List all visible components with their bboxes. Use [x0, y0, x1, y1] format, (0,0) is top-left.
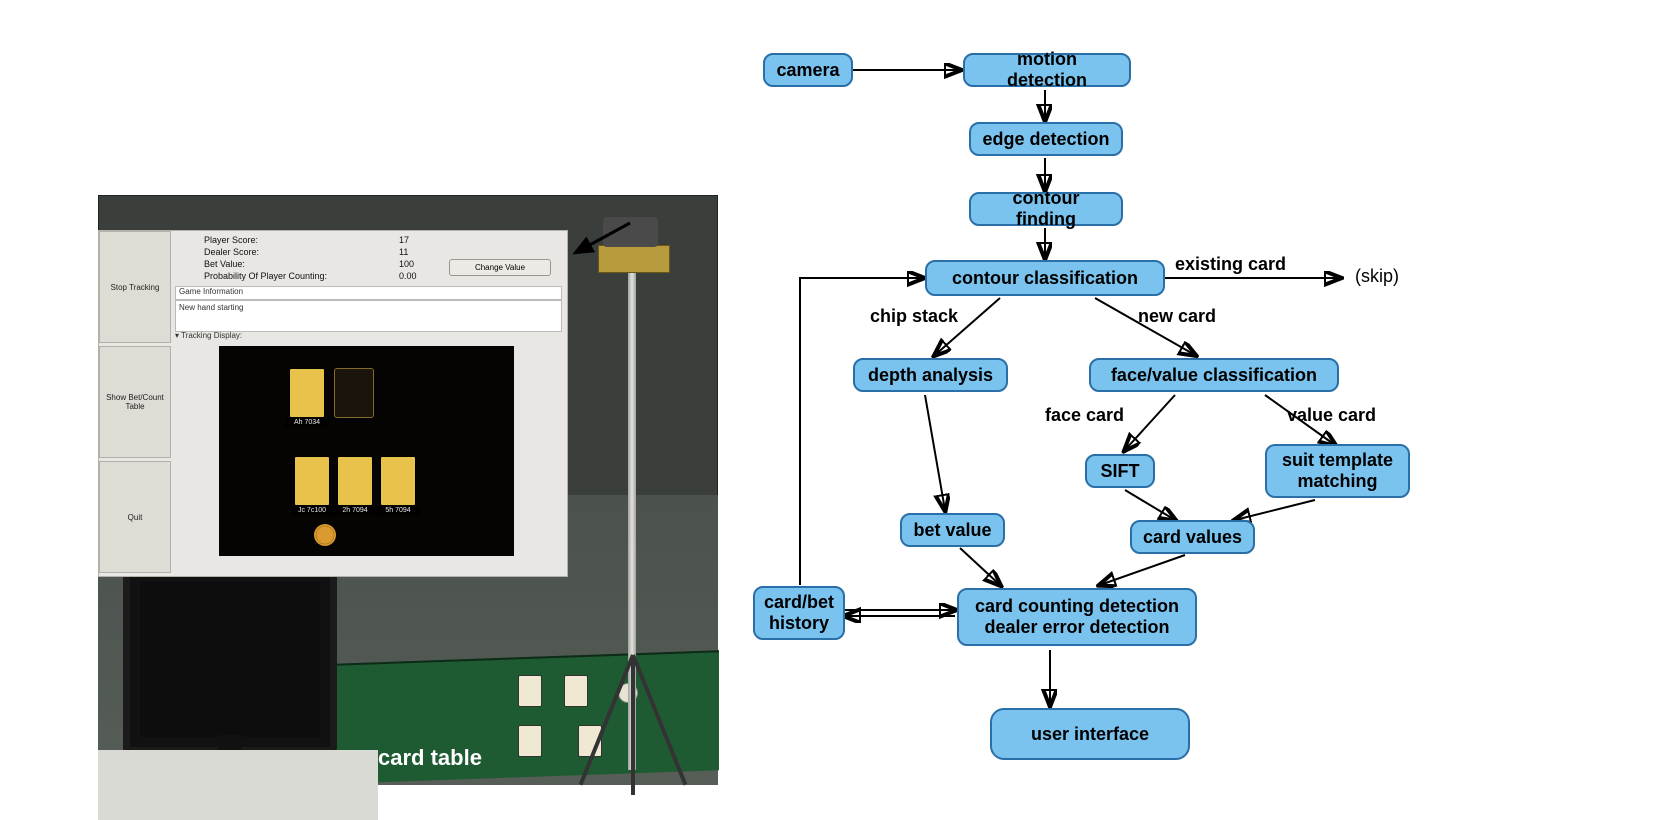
- cardlabel-bot-right: 5h 7094: [376, 506, 420, 516]
- prob-value: 0.00: [399, 271, 417, 281]
- label-card-table: card table: [378, 745, 482, 771]
- bet-value-value: 100: [399, 259, 414, 269]
- game-info-body: New hand starting: [175, 300, 562, 332]
- edge-label-chip-stack: chip stack: [870, 306, 958, 327]
- arrow-to-camera: [560, 218, 640, 268]
- counting-line2: dealer error detection: [984, 617, 1169, 637]
- tracking-view: Ah 7034 Jc 7c100 2h 7094 5h 7094: [219, 346, 514, 556]
- edge-label-face-card: face card: [1045, 405, 1124, 426]
- node-suit-template-matching: suit template matching: [1265, 444, 1410, 498]
- pipeline-flowchart: camera motion detection edge detection c…: [745, 0, 1657, 807]
- node-contour-finding: contour finding: [969, 192, 1123, 226]
- monitor: [123, 565, 337, 754]
- player-score-value: 17: [399, 235, 409, 245]
- node-bet-value: bet value: [900, 513, 1005, 547]
- edge-label-existing-card: existing card: [1175, 254, 1286, 275]
- node-depth-analysis: depth analysis: [853, 358, 1008, 392]
- stop-tracking-button[interactable]: Stop Tracking: [99, 231, 171, 343]
- system-interface-window: Stop Tracking Show Bet/Count Table Quit …: [98, 230, 568, 577]
- node-sift: SIFT: [1085, 454, 1155, 488]
- show-bet-count-button[interactable]: Show Bet/Count Table: [99, 346, 171, 458]
- dealer-score-label: Dealer Score:: [204, 247, 259, 257]
- change-value-button[interactable]: Change Value: [449, 259, 551, 276]
- node-card-values: card values: [1130, 520, 1255, 554]
- node-contour-classification: contour classification: [925, 260, 1165, 296]
- quit-button[interactable]: Quit: [99, 461, 171, 573]
- node-face-value-classification: face/value classification: [1089, 358, 1339, 392]
- node-motion-detection: motion detection: [963, 53, 1131, 87]
- edge-label-skip: (skip): [1355, 266, 1399, 287]
- counting-line1: card counting detection: [975, 596, 1179, 616]
- player-score-label: Player Score:: [204, 235, 258, 245]
- node-user-interface: user interface: [990, 708, 1190, 760]
- cardlabel-top-left: Ah 7034: [285, 418, 329, 428]
- chip-icon: [314, 524, 336, 546]
- dealer-score-value: 11: [399, 247, 408, 257]
- cardlabel-bot-mid: 2h 7094: [333, 506, 377, 516]
- node-card-bet-history: card/bet history: [753, 586, 845, 640]
- node-edge-detection: edge detection: [969, 122, 1123, 156]
- node-camera: camera: [763, 53, 853, 87]
- prob-label: Probability Of Player Counting:: [204, 271, 327, 281]
- flow-arrows: [745, 0, 1657, 807]
- bet-value-label: Bet Value:: [204, 259, 245, 269]
- game-info-header: Game Information: [175, 286, 562, 300]
- node-card-counting-detection: card counting detection dealer error det…: [957, 588, 1197, 646]
- cardlabel-bot-left: Jc 7c100: [290, 506, 334, 516]
- edge-label-new-card: new card: [1138, 306, 1216, 327]
- tracking-display-label: ▾ Tracking Display:: [175, 331, 242, 340]
- edge-label-value-card: value card: [1287, 405, 1376, 426]
